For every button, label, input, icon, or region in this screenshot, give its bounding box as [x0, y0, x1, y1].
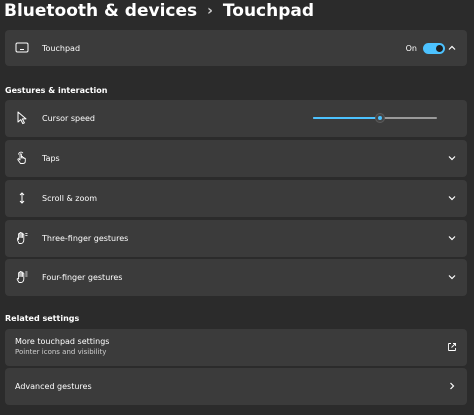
taps-row[interactable]: Taps — [5, 140, 467, 177]
four-finger-gestures-row[interactable]: Four-finger gestures — [5, 259, 467, 296]
breadcrumb: Bluetooth & devices › Touchpad — [4, 0, 314, 26]
slider-thumb[interactable] — [374, 113, 385, 123]
scroll-arrows-icon — [15, 191, 29, 205]
touchpad-toggle-row: Touchpad On — [5, 30, 467, 66]
section-gestures-label: Gestures & interaction — [5, 86, 108, 95]
more-touchpad-settings-row[interactable]: More touchpad settings Pointer icons and… — [5, 329, 467, 366]
four-finger-gestures-label: Four-finger gestures — [42, 273, 123, 282]
breadcrumb-parent[interactable]: Bluetooth & devices — [4, 1, 197, 21]
chevron-right-icon — [447, 381, 457, 391]
more-touchpad-settings-sublabel: Pointer icons and visibility — [15, 348, 107, 356]
cursor-speed-row: Cursor speed — [5, 100, 467, 137]
chevron-up-icon[interactable] — [447, 43, 457, 53]
three-finger-gestures-label: Three-finger gestures — [42, 234, 129, 243]
toggle-state-text: On — [405, 44, 417, 53]
advanced-gestures-label: Advanced gestures — [15, 382, 92, 391]
scroll-zoom-row[interactable]: Scroll & zoom — [5, 180, 467, 217]
touchpad-icon — [15, 41, 29, 55]
open-external-icon — [447, 342, 457, 352]
chevron-down-icon — [447, 193, 457, 203]
touchpad-settings-page: Bluetooth & devices › Touchpad Touchpad … — [0, 0, 474, 415]
touchpad-label: Touchpad — [42, 44, 81, 53]
three-finger-gestures-row[interactable]: Three-finger gestures — [5, 220, 467, 257]
chevron-down-icon — [447, 272, 457, 282]
slider-fill — [313, 117, 380, 119]
scroll-zoom-label: Scroll & zoom — [42, 194, 98, 203]
tap-hand-icon — [15, 151, 29, 165]
toggle-knob — [436, 45, 443, 52]
page-title: Touchpad — [222, 1, 315, 21]
cursor-speed-label: Cursor speed — [42, 114, 96, 123]
chevron-down-icon — [447, 233, 457, 243]
cursor-icon — [15, 111, 29, 125]
taps-label: Taps — [42, 154, 60, 163]
more-touchpad-settings-label: More touchpad settings — [15, 337, 110, 346]
four-finger-hand-icon — [15, 270, 29, 284]
three-finger-hand-icon — [15, 231, 29, 245]
chevron-down-icon — [447, 153, 457, 163]
touchpad-toggle[interactable] — [423, 43, 445, 54]
advanced-gestures-row[interactable]: Advanced gestures — [5, 368, 467, 405]
breadcrumb-separator: › — [207, 3, 213, 19]
section-related-label: Related settings — [5, 314, 80, 323]
cursor-speed-slider[interactable] — [313, 112, 437, 124]
